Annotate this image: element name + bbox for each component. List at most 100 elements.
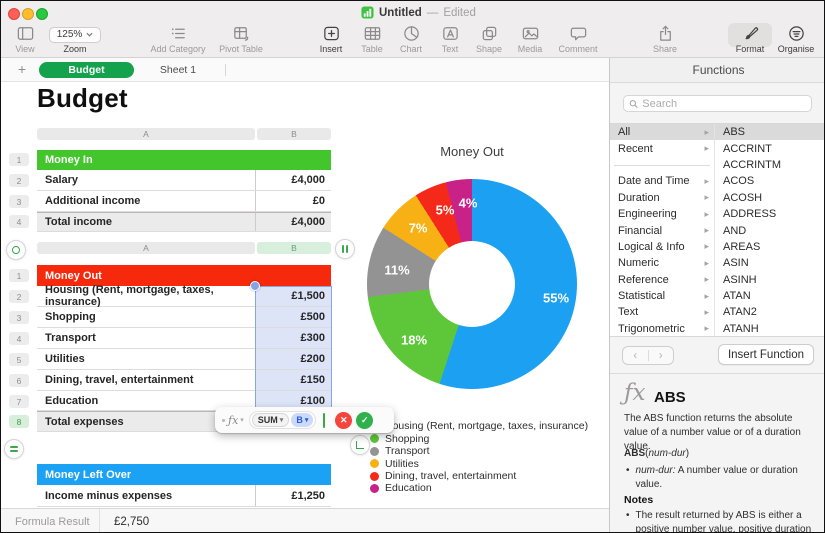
forward-button[interactable]: › [649,347,674,364]
cell[interactable]: £1,250 [256,485,331,506]
cell[interactable]: Income minus expenses [37,485,256,506]
category-item[interactable]: Financial▸ [610,222,714,238]
zoom-control[interactable]: 125% Zoom [46,24,104,54]
function-item[interactable]: ATANH [715,321,825,337]
add-row-handle[interactable] [4,439,24,459]
cell[interactable]: Salary [37,170,256,190]
column-header-b[interactable]: B [257,128,331,140]
function-item[interactable]: ASINH [715,272,825,288]
table-select-handle[interactable] [6,240,26,260]
table-row-header[interactable]: Money Out [37,265,331,286]
cell[interactable]: Additional income [37,191,256,211]
minimize-button[interactable] [22,8,34,20]
legend-item[interactable]: Housing (Rent, mortgage, taxes, insuranc… [370,420,588,432]
function-item[interactable]: ACOS [715,173,825,189]
chart-button[interactable]: Chart [389,24,433,54]
category-item[interactable]: Engineering▸ [610,206,714,222]
table-resize-handle[interactable] [350,435,370,455]
share-button[interactable]: Share [642,24,688,54]
category-item[interactable]: Numeric▸ [610,255,714,271]
zoom-dropdown[interactable]: 125% [49,27,102,43]
cell[interactable]: Dining, travel, entertainment [37,370,256,390]
cell[interactable]: Money Left Over [37,464,331,485]
category-item[interactable]: Reference▸ [610,272,714,288]
table-row-header[interactable]: Money In [37,150,331,170]
cell[interactable]: £0 [256,191,331,211]
row-number[interactable]: 5 [9,353,29,366]
add-column-handle[interactable] [335,239,355,259]
search-input[interactable] [642,98,806,110]
category-item[interactable]: All▸ [610,124,714,140]
confirm-formula-button[interactable]: ✓ [356,412,373,429]
add-sheet-button[interactable]: + [14,61,30,77]
text-button[interactable]: Text [430,24,470,54]
tab-budget[interactable]: Budget [39,62,134,78]
media-button[interactable]: Media [507,24,553,54]
legend-item[interactable]: Education [370,482,432,494]
cell-selected[interactable]: £200 [256,349,331,369]
view-button[interactable]: View [5,24,45,54]
fullscreen-button[interactable] [36,8,48,20]
function-item[interactable]: ATAN [715,288,825,304]
legend-item[interactable]: Dining, travel, entertainment [370,470,516,482]
shape-button[interactable]: Shape [466,24,512,54]
row-number[interactable]: 2 [9,290,29,303]
row-number[interactable]: 3 [9,311,29,324]
cell[interactable]: Shopping [37,307,256,327]
row-number[interactable]: 2 [9,174,29,187]
function-item[interactable]: ASIN [715,255,825,271]
comment-button[interactable]: Comment [548,24,608,54]
cell[interactable]: Housing (Rent, mortgage, taxes, insuranc… [37,286,256,306]
row-number[interactable]: 3 [9,195,29,208]
legend-item[interactable]: Shopping [370,433,429,445]
format-button[interactable]: Format [725,24,775,54]
formula-token-field[interactable]: SUM ▾ B ▾ [249,411,317,429]
row-number[interactable]: 4 [9,332,29,345]
close-button[interactable] [8,8,20,20]
function-item[interactable]: ATAN2 [715,304,825,320]
chevron-down-icon[interactable]: ▾ [240,416,244,424]
cell[interactable]: Transport [37,328,256,348]
column-header-a[interactable]: A [37,242,255,254]
category-item[interactable]: Trigonometric▸ [610,321,714,337]
back-button[interactable]: ‹ [623,347,648,364]
category-item[interactable]: Text▸ [610,304,714,320]
cell[interactable]: Money Out [37,265,331,286]
column-header-a[interactable]: A [37,128,255,140]
category-item[interactable]: Date and Time▸ [610,173,714,189]
function-item[interactable]: ACCRINTM [715,157,825,173]
cell-selected[interactable]: £150 [256,370,331,390]
search-field[interactable] [623,95,812,112]
function-item[interactable]: AREAS [715,239,825,255]
selection-handle-dot[interactable] [250,281,260,291]
function-item[interactable]: AND [715,222,825,238]
column-header-b-selected[interactable]: B [257,242,331,254]
formula-editor[interactable]: ƒx ▾ SUM ▾ B ▾ ✕ ✓ [215,407,394,433]
legend-item[interactable]: Transport [370,445,430,457]
category-item[interactable]: Duration▸ [610,190,714,206]
legend-item[interactable]: Utilities [370,458,419,470]
category-item[interactable]: Statistical▸ [610,288,714,304]
row-number[interactable]: 1 [9,269,29,282]
row-number-selected[interactable]: 8 [9,415,29,428]
function-item[interactable]: ADDRESS [715,206,825,222]
organise-button[interactable]: Organise [770,24,822,54]
insert-button[interactable]: Insert [306,24,356,54]
cell[interactable]: Utilities [37,349,256,369]
row-number[interactable]: 4 [9,215,29,228]
row-number[interactable]: 6 [9,374,29,387]
function-item[interactable]: ACCRINT [715,140,825,156]
table-button[interactable]: Table [350,24,394,54]
cell-selected[interactable]: £500 [256,307,331,327]
cell-selected[interactable]: £1,500 [256,286,331,306]
cell[interactable]: Total income [37,213,256,231]
cell[interactable]: Money In [37,150,331,170]
cancel-formula-button[interactable]: ✕ [335,412,352,429]
function-item[interactable]: ABS [715,124,825,140]
donut-chart[interactable] [367,179,577,389]
function-token[interactable]: SUM ▾ [252,413,290,427]
pivot-table-button[interactable]: Pivot Table [206,24,276,54]
argument-token[interactable]: B ▾ [291,413,313,427]
table-row-header[interactable]: Money Left Over [37,464,331,485]
cell[interactable]: £4,000 [256,213,331,231]
